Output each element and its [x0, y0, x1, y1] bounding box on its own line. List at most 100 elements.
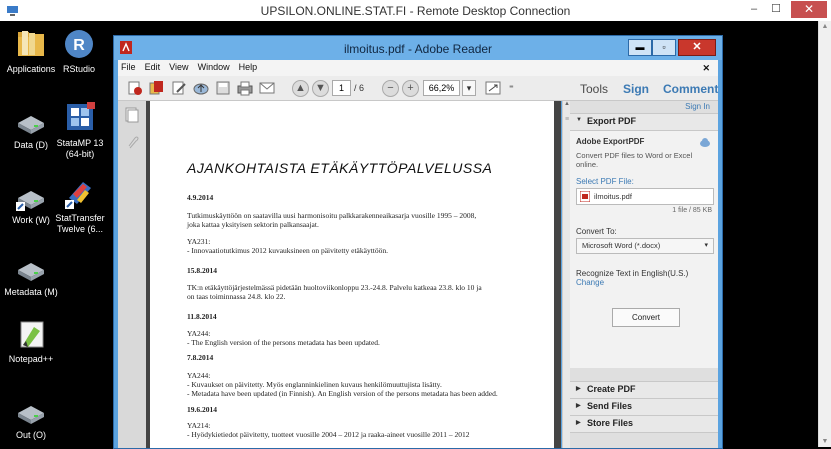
- news-line: Tutkimuskäyttöön on saatavilla uusi harm…: [187, 211, 477, 220]
- rdp-close-button[interactable]: ✕: [791, 1, 827, 18]
- news-line: - Innovaatiotutkimus 2012 kuvauksineen o…: [187, 246, 389, 255]
- rdp-vertical-scrollbar[interactable]: ▲ ▼: [818, 21, 831, 447]
- news-line: - Metadata have been updated (in Finnish…: [187, 389, 498, 398]
- desktop-icon-rstudio[interactable]: R RStudio: [48, 27, 110, 75]
- drive-icon: [14, 393, 48, 427]
- sign-in-link[interactable]: Sign In: [685, 102, 710, 111]
- page-thumbnails-icon[interactable]: [125, 107, 139, 123]
- create-pdf-header[interactable]: ▶ Create PDF: [570, 381, 718, 399]
- news-line: - Kuvaukset on päivitetty. Myös englanni…: [187, 380, 442, 389]
- desktop-icon-metadata-drive[interactable]: Metadata (M): [0, 250, 62, 298]
- combine-files-icon[interactable]: [148, 80, 166, 96]
- drive-icon: [14, 250, 48, 284]
- send-files-header[interactable]: ▶ Send Files: [570, 398, 718, 416]
- drive-icon: [14, 178, 48, 212]
- create-pdf-icon[interactable]: [126, 80, 144, 96]
- tools-link[interactable]: Tools: [580, 82, 608, 96]
- menu-edit[interactable]: Edit: [142, 60, 164, 74]
- zoom-in-icon[interactable]: +: [402, 80, 419, 97]
- news-item: 19.6.2014: [187, 405, 527, 414]
- svg-text:R: R: [73, 37, 85, 54]
- expand-triangle-icon: ▶: [576, 403, 581, 409]
- desktop-icon-notepadpp[interactable]: Notepad++: [0, 317, 62, 365]
- news-date: 7.8.2014: [187, 353, 214, 362]
- news-subheading: YA244:: [187, 329, 211, 338]
- rdp-minimize-button[interactable]: –: [743, 2, 765, 17]
- previous-page-icon[interactable]: ▲: [292, 80, 309, 97]
- news-item: 15.8.2014: [187, 266, 527, 275]
- news-body: YA231: - Innovaatiotutkimus 2012 kuvauks…: [187, 237, 527, 255]
- news-line: TK:n etäkäyttöjärjestelmässä pidetään hu…: [187, 283, 482, 292]
- sign-link[interactable]: Sign: [623, 82, 649, 96]
- news-date: 15.8.2014: [187, 266, 217, 275]
- page-number-input[interactable]: 1: [332, 80, 351, 96]
- document-area: AJANKOHTAISTA ETÄKÄYTTÖPALVELUSSA 4.9.20…: [146, 101, 561, 448]
- toolbar: ▲ ▼ 1 / 6 − + 66,2% ▾ ⁼ Tools Sign Comme…: [118, 76, 718, 101]
- selected-file-field[interactable]: ilmoitus.pdf: [576, 188, 714, 205]
- news-body: YA244: - Kuvaukset on päivitetty. Myös e…: [187, 371, 527, 398]
- adobe-reader-window: ilmoitus.pdf - Adobe Reader ▬ ▫ ✕ File E…: [113, 35, 723, 449]
- navigation-pane: [118, 101, 146, 448]
- email-icon[interactable]: [258, 80, 276, 96]
- notepadpp-icon: [14, 317, 48, 351]
- convert-to-label: Convert To:: [576, 227, 617, 236]
- fit-page-icon[interactable]: [484, 80, 502, 96]
- store-files-header[interactable]: ▶ Store Files: [570, 415, 718, 433]
- close-document-icon[interactable]: ✕: [699, 61, 713, 76]
- expand-triangle-icon: ▶: [576, 420, 581, 426]
- news-date: 19.6.2014: [187, 405, 217, 414]
- menu-view[interactable]: View: [166, 60, 191, 74]
- file-count: 1 file / 85 KB: [672, 207, 712, 214]
- desktop-icon-stata[interactable]: StataMP 13 (64-bit): [49, 101, 111, 160]
- news-body: TK:n etäkäyttöjärjestelmässä pidetään hu…: [187, 283, 527, 301]
- change-language-link[interactable]: Change: [576, 278, 604, 287]
- recognize-text-label: Recognize Text in English(U.S.): [576, 269, 689, 278]
- news-body: YA214: - Hyödykietiedot päivitetty, tuot…: [187, 421, 527, 439]
- export-pdf-header[interactable]: ▼ Export PDF: [570, 113, 718, 131]
- chevron-down-icon: ▾: [704, 242, 708, 249]
- menu-bar: File Edit View Window Help ✕: [118, 60, 718, 76]
- desktop-icon-stattransfer[interactable]: StatTransfer Twelve (6...: [49, 176, 111, 235]
- stata-icon: [63, 101, 97, 135]
- export-pdf-panel: Adobe ExportPDF Convert PDF files to Wor…: [570, 131, 718, 368]
- save-icon[interactable]: [214, 80, 232, 96]
- scroll-down-icon[interactable]: ▼: [819, 438, 831, 445]
- zoom-level-input[interactable]: 66,2%: [423, 80, 460, 96]
- zoom-out-icon[interactable]: −: [382, 80, 399, 97]
- news-item: 4.9.2014: [187, 193, 527, 202]
- attachments-icon[interactable]: [125, 135, 139, 149]
- print-icon[interactable]: [236, 80, 254, 96]
- rstudio-icon: R: [62, 27, 96, 61]
- expand-triangle-icon: ▶: [576, 386, 581, 392]
- menu-window[interactable]: Window: [195, 60, 233, 74]
- news-subheading: YA244:: [187, 371, 211, 380]
- select-file-label: Select PDF File:: [576, 177, 634, 186]
- edit-document-icon[interactable]: [170, 80, 188, 96]
- next-page-icon[interactable]: ▼: [312, 80, 329, 97]
- rdp-maximize-button[interactable]: ☐: [765, 2, 787, 17]
- scroll-up-icon[interactable]: ▲: [819, 23, 831, 30]
- news-body: YA244: - The English version of the pers…: [187, 329, 527, 347]
- tools-pane: Sign In ▼ Export PDF Adobe ExportPDF Con…: [570, 101, 718, 448]
- menu-help[interactable]: Help: [236, 60, 261, 74]
- format-select[interactable]: Microsoft Word (*.docx) ▾: [576, 238, 714, 254]
- zoom-dropdown-icon[interactable]: ▾: [462, 80, 476, 96]
- desktop-icon-out-drive[interactable]: Out (O): [0, 393, 62, 441]
- page-total: / 6: [354, 83, 365, 93]
- convert-button[interactable]: Convert: [612, 308, 680, 327]
- collapse-triangle-icon: ▼: [576, 117, 582, 123]
- rdp-title-bar: UPSILON.ONLINE.STAT.FI - Remote Desktop …: [0, 0, 831, 22]
- adobe-minimize-button[interactable]: ▬: [628, 39, 652, 56]
- menu-file[interactable]: File: [118, 60, 139, 74]
- comment-link[interactable]: Comment: [663, 82, 718, 96]
- adobe-close-button[interactable]: ✕: [678, 39, 716, 56]
- service-name: Adobe ExportPDF: [576, 137, 645, 146]
- toolbar-overflow-icon[interactable]: ⁼: [509, 80, 514, 96]
- news-subheading: YA214:: [187, 421, 211, 430]
- news-line: joka kattaa yksityisen sektorin palkansa…: [187, 220, 319, 229]
- pdf-file-icon: [580, 191, 590, 202]
- cloud-upload-icon[interactable]: [192, 80, 210, 96]
- news-line: - The English version of the persons met…: [187, 338, 380, 347]
- adobe-maximize-button[interactable]: ▫: [652, 39, 676, 56]
- drive-icon: [14, 103, 48, 137]
